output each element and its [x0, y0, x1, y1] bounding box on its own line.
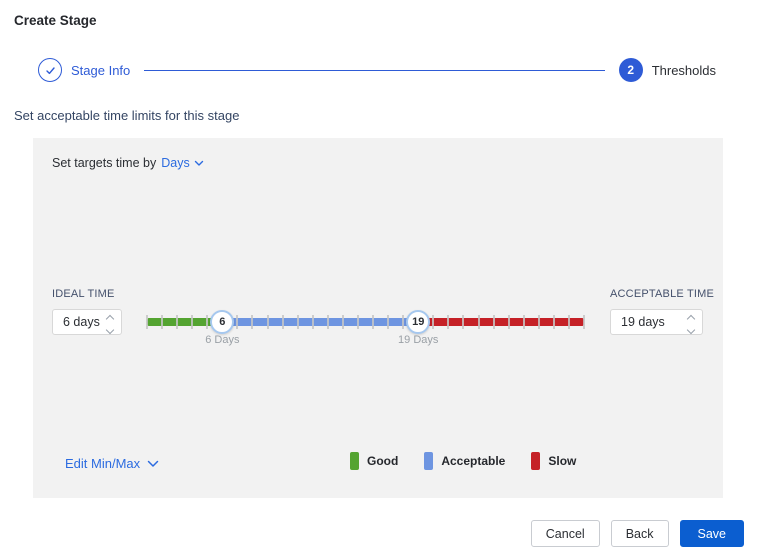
back-button[interactable]: Back — [610, 520, 669, 547]
decrement-acceptable-button[interactable] — [686, 325, 696, 335]
legend-item-acceptable: Acceptable — [424, 452, 505, 470]
ideal-handle[interactable]: 6 — [210, 310, 235, 334]
acceptable-handle-value: 19 — [412, 316, 425, 328]
slider-segment-acceptable — [222, 318, 419, 326]
increment-acceptable-button[interactable] — [686, 314, 696, 324]
acceptable-caption: 19 Days — [398, 334, 439, 346]
stepper-step-stage-info[interactable]: Stage Info — [38, 58, 130, 82]
footer-actions: Cancel Back Save — [530, 520, 744, 547]
acceptable-handle[interactable]: 19 — [406, 310, 431, 334]
ideal-time-input-wrap — [52, 309, 122, 335]
time-unit-dropdown[interactable]: Days — [161, 156, 203, 170]
chevron-down-icon — [147, 460, 159, 467]
step-number-badge: 2 — [618, 58, 643, 82]
page-title: Create Stage — [14, 13, 97, 28]
legend-swatch — [531, 452, 541, 470]
check-icon — [38, 58, 62, 82]
legend-label: Slow — [548, 454, 577, 468]
legend-swatch — [350, 452, 359, 470]
edit-minmax-toggle[interactable]: Edit Min/Max — [65, 456, 159, 471]
legend-item-slow: Slow — [531, 452, 576, 470]
step-label-stage-info: Stage Info — [71, 62, 131, 78]
save-button[interactable]: Save — [679, 520, 744, 547]
legend-item-good: Good — [350, 452, 398, 470]
step-label-thresholds: Thresholds — [651, 62, 716, 78]
stepper: Stage Info 2 Thresholds — [38, 58, 716, 82]
legend-label: Good — [367, 454, 399, 468]
thresholds-panel: Set targets time by Days IDEAL TIME 6 19 — [33, 138, 723, 498]
edit-minmax-label: Edit Min/Max — [65, 456, 141, 471]
cancel-button[interactable]: Cancel — [530, 520, 600, 547]
ideal-caption: 6 Days — [205, 334, 240, 346]
targets-prefix-label: Set targets time by — [52, 156, 157, 170]
decrement-ideal-button[interactable] — [105, 325, 115, 335]
legend-label: Acceptable — [441, 454, 506, 468]
ideal-handle-value: 6 — [219, 316, 226, 328]
legend: Good Acceptable Slow — [350, 452, 576, 470]
chevron-down-icon — [194, 160, 203, 166]
acceptable-time-label: ACCEPTABLE TIME — [610, 288, 715, 300]
increment-ideal-button[interactable] — [105, 314, 115, 324]
section-heading: Set acceptable time limits for this stag… — [14, 108, 240, 123]
acceptable-time-spinners — [686, 314, 696, 335]
time-unit-value: Days — [161, 156, 190, 170]
targets-row: Set targets time by Days — [52, 156, 204, 170]
ideal-time-label: IDEAL TIME — [52, 288, 115, 300]
slider-segment-slow — [418, 318, 584, 326]
acceptable-time-input-wrap — [610, 309, 703, 335]
acceptable-time-group: ACCEPTABLE TIME — [610, 288, 714, 335]
ideal-time-spinners — [105, 314, 115, 335]
legend-swatch — [424, 452, 434, 470]
stepper-step-thresholds[interactable]: 2 Thresholds — [618, 58, 716, 82]
ideal-time-group: IDEAL TIME — [52, 288, 122, 335]
stepper-connector — [144, 69, 605, 71]
threshold-slider: 6 19 6 Days 19 Days — [146, 310, 585, 346]
